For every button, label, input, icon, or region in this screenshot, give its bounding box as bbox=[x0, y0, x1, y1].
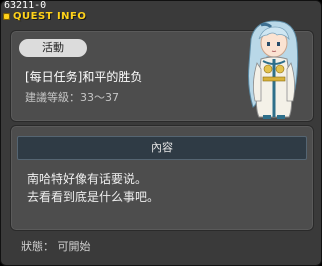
content-description: 南哈特好像有话要说。 去看看到底是什么事吧。 bbox=[27, 170, 159, 206]
title-bullet-icon bbox=[3, 13, 10, 20]
quest-info-window: 63211-0 QUEST INFO 活動 [每日任务]和平的胜负 建議等級：3… bbox=[0, 0, 322, 266]
content-line: 南哈特好像有话要说。 bbox=[27, 172, 148, 186]
npc-portrait-icon bbox=[248, 20, 299, 119]
category-badge: 活動 bbox=[19, 39, 87, 57]
quest-name: [每日任务]和平的胜负 bbox=[25, 70, 143, 84]
window-title: QUEST INFO bbox=[13, 11, 87, 22]
quest-status: 狀態： 可開始 bbox=[21, 240, 91, 253]
recommended-level: 建議等級：33～37 bbox=[25, 91, 119, 104]
content-line: 去看看到底是什么事吧。 bbox=[27, 190, 160, 204]
quest-summary-panel: 活動 [每日任务]和平的胜负 建議等級：33～37 bbox=[10, 20, 314, 122]
quest-content-panel: 內容 南哈特好像有话要说。 去看看到底是什么事吧。 bbox=[10, 125, 314, 231]
content-header: 內容 bbox=[17, 136, 307, 160]
